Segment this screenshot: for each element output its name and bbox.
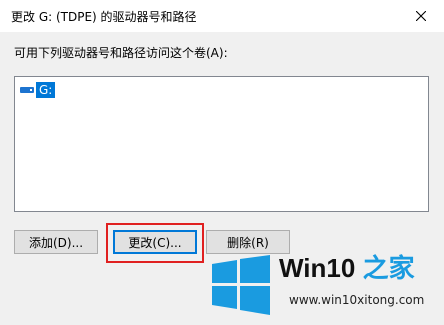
- change-button[interactable]: 更改(C)...: [113, 230, 197, 254]
- path-listbox[interactable]: G:: [14, 76, 429, 212]
- add-button[interactable]: 添加(D)...: [14, 230, 98, 254]
- watermark-brand-part1: Win10: [279, 253, 356, 283]
- watermark: Win10 之家 www.win10xitong.com: [207, 249, 444, 325]
- drive-icon: [20, 85, 34, 95]
- instruction-label: 可用下列驱动器号和路径访问这个卷(A):: [14, 46, 228, 60]
- title-bar: 更改 G: (TDPE) 的驱动器号和路径: [0, 0, 444, 32]
- close-button[interactable]: [398, 0, 444, 32]
- drive-letter-dialog: 更改 G: (TDPE) 的驱动器号和路径 可用下列驱动器号和路径访问这个卷(A…: [0, 0, 444, 325]
- watermark-brand-part2: 之家: [355, 253, 415, 283]
- close-icon: [416, 11, 426, 21]
- watermark-url: www.win10xitong.com: [289, 293, 425, 307]
- list-item-label: G:: [36, 82, 56, 98]
- watermark-brand: Win10 之家: [279, 251, 415, 285]
- windows-logo-icon: [212, 255, 270, 315]
- list-item-g-drive[interactable]: G:: [20, 82, 56, 98]
- dialog-title: 更改 G: (TDPE) 的驱动器号和路径: [11, 10, 197, 24]
